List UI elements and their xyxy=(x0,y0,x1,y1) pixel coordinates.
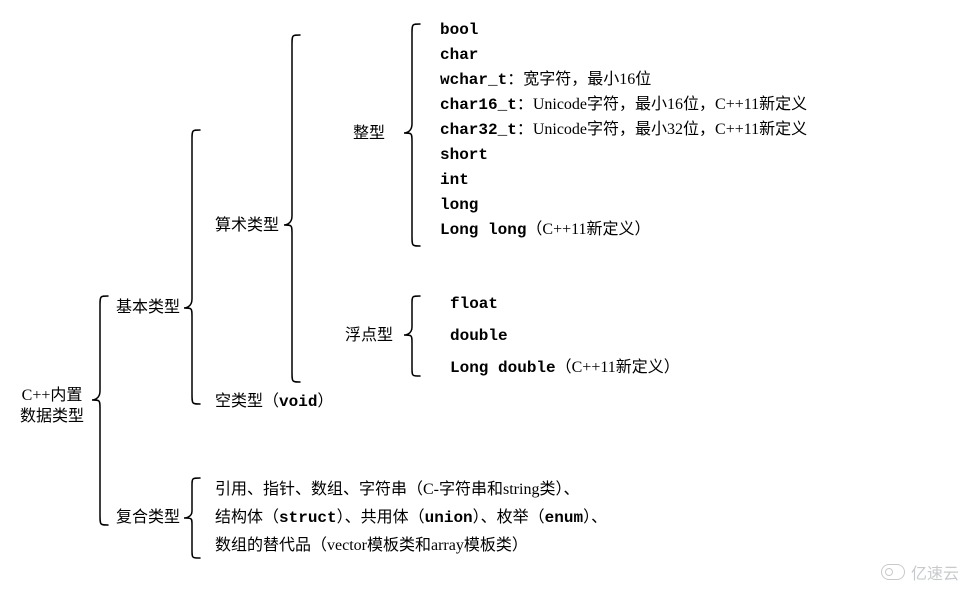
kw: wchar_t xyxy=(440,71,507,89)
arithmetic-types-label: 算术类型 xyxy=(215,216,279,237)
compound-types-label: 复合类型 xyxy=(116,508,180,529)
root-line1: C++内置 xyxy=(22,387,83,404)
int-item-char: char xyxy=(440,45,478,66)
int-item-wchar: wchar_t：宽字符，最小16位 xyxy=(440,70,651,91)
kw: long xyxy=(440,196,478,214)
root-title: C++内置 数据类型 xyxy=(20,386,84,428)
int-item-int: int xyxy=(440,170,469,191)
int-item-longlong: Long long（C++11新定义） xyxy=(440,220,651,241)
watermark-text: 亿速云 xyxy=(911,560,959,584)
void-type-row: 空类型（void） xyxy=(215,392,333,413)
floating-label: 浮点型 xyxy=(345,326,393,347)
kw: Long double xyxy=(450,359,556,377)
enum-kw: enum xyxy=(545,509,583,527)
void-kw: void xyxy=(279,393,317,411)
float-item-longdouble: Long double（C++11新定义） xyxy=(450,358,680,379)
root-line2: 数据类型 xyxy=(20,408,84,425)
int-item-bool: bool xyxy=(440,20,478,41)
kw: bool xyxy=(440,21,478,39)
l2a: 结构体（ xyxy=(215,509,279,526)
int-item-char16: char16_t：Unicode字符，最小16位，C++11新定义 xyxy=(440,95,807,116)
watermark: 亿速云 xyxy=(881,560,959,584)
void-pre: 空类型（ xyxy=(215,393,279,410)
float-item-double: double xyxy=(450,326,508,347)
basic-types-label: 基本类型 xyxy=(116,298,180,319)
compound-line2: 结构体（struct）、共用体（union）、枚举（enum）、 xyxy=(215,508,607,529)
kw: char32_t xyxy=(440,121,517,139)
compound-line3: 数组的替代品（vector模板类和array模板类） xyxy=(215,536,528,557)
kw: Long long xyxy=(440,221,526,239)
kw: float xyxy=(450,295,498,313)
kw: double xyxy=(450,327,508,345)
note2: （C++11新定义） xyxy=(526,221,650,238)
watermark-icon xyxy=(881,564,905,580)
kw: char16_t xyxy=(440,96,517,114)
struct-kw: struct xyxy=(279,509,337,527)
int-item-long: long xyxy=(440,195,478,216)
int-item-short: short xyxy=(440,145,488,166)
int-item-char32: char32_t：Unicode字符，最小32位，C++11新定义 xyxy=(440,120,807,141)
kw: char xyxy=(440,46,478,64)
float-item-float: float xyxy=(450,294,498,315)
integral-label: 整型 xyxy=(353,124,385,145)
l2b: ）、共用体（ xyxy=(337,509,425,526)
note: ：Unicode字符，最小16位，C++11新定义 xyxy=(517,96,807,113)
note: ：Unicode字符，最小32位，C++11新定义 xyxy=(517,121,807,138)
kw: int xyxy=(440,171,469,189)
void-tail: ） xyxy=(317,393,333,410)
diagram-root: { "root_title_line1": "C++内置", "root_tit… xyxy=(0,0,969,590)
note2: （C++11新定义） xyxy=(556,359,680,376)
kw: short xyxy=(440,146,488,164)
union-kw: union xyxy=(425,509,473,527)
l2c: ）、枚举（ xyxy=(473,509,545,526)
compound-line1: 引用、指针、数组、字符串（C-字符串和string类）、 xyxy=(215,480,579,501)
note: ：宽字符，最小16位 xyxy=(507,71,651,88)
l2d: ）、 xyxy=(583,509,607,526)
